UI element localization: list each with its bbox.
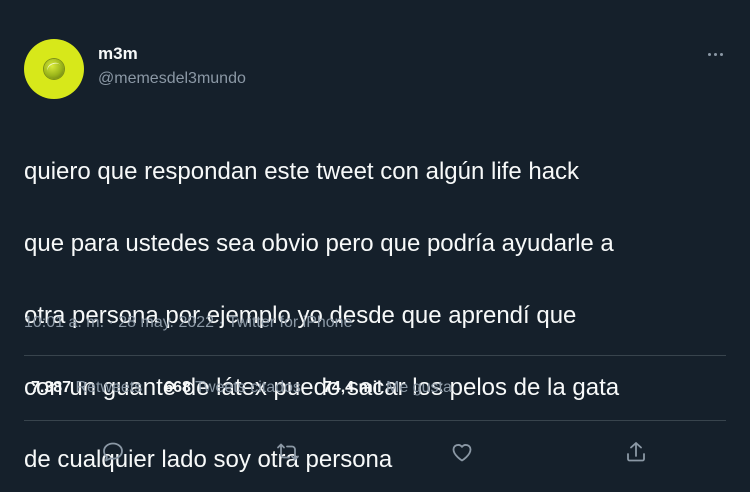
tweet-text-line: que para ustedes sea obvio pero que podr… — [24, 230, 614, 257]
display-name[interactable]: m3m — [98, 44, 138, 64]
divider — [24, 420, 726, 421]
tennis-ball-icon — [44, 59, 64, 79]
retweet-button[interactable] — [274, 438, 302, 466]
reply-icon — [103, 442, 123, 462]
tweet-stats: 7.387 Retweets 668 Tweets citados 74,4 m… — [31, 379, 474, 397]
avatar[interactable] — [24, 39, 84, 99]
like-button[interactable] — [448, 438, 476, 466]
divider — [24, 355, 726, 356]
quotes-count: 668 — [164, 379, 191, 396]
reply-button[interactable] — [99, 438, 127, 466]
tweet-card: m3m @memesdel3mundo quiero que respondan… — [0, 0, 750, 492]
heart-icon — [452, 444, 472, 462]
retweet-icon — [277, 443, 299, 461]
retweets-label: Retweets — [75, 379, 143, 396]
likes-stat[interactable]: 74,4 mil Me gusta — [323, 379, 452, 397]
user-handle[interactable]: @memesdel3mundo — [98, 70, 246, 88]
retweets-stat[interactable]: 7.387 Retweets — [31, 379, 142, 397]
retweets-count: 7.387 — [31, 379, 72, 396]
likes-count: 74,4 mil — [322, 379, 382, 396]
quotes-stat[interactable]: 668 Tweets citados — [164, 379, 301, 397]
share-icon — [627, 442, 645, 462]
action-bar — [0, 430, 750, 474]
share-button[interactable] — [622, 438, 650, 466]
tweet-text-line: quiero que respondan este tweet con algú… — [24, 158, 580, 185]
more-options-icon[interactable] — [702, 44, 728, 64]
tweet-meta[interactable]: 10:01 a. m. · 28 may. 2022 · Twitter for… — [24, 314, 352, 332]
likes-label: Me gusta — [386, 379, 452, 396]
quotes-label: Tweets citados — [195, 379, 301, 396]
